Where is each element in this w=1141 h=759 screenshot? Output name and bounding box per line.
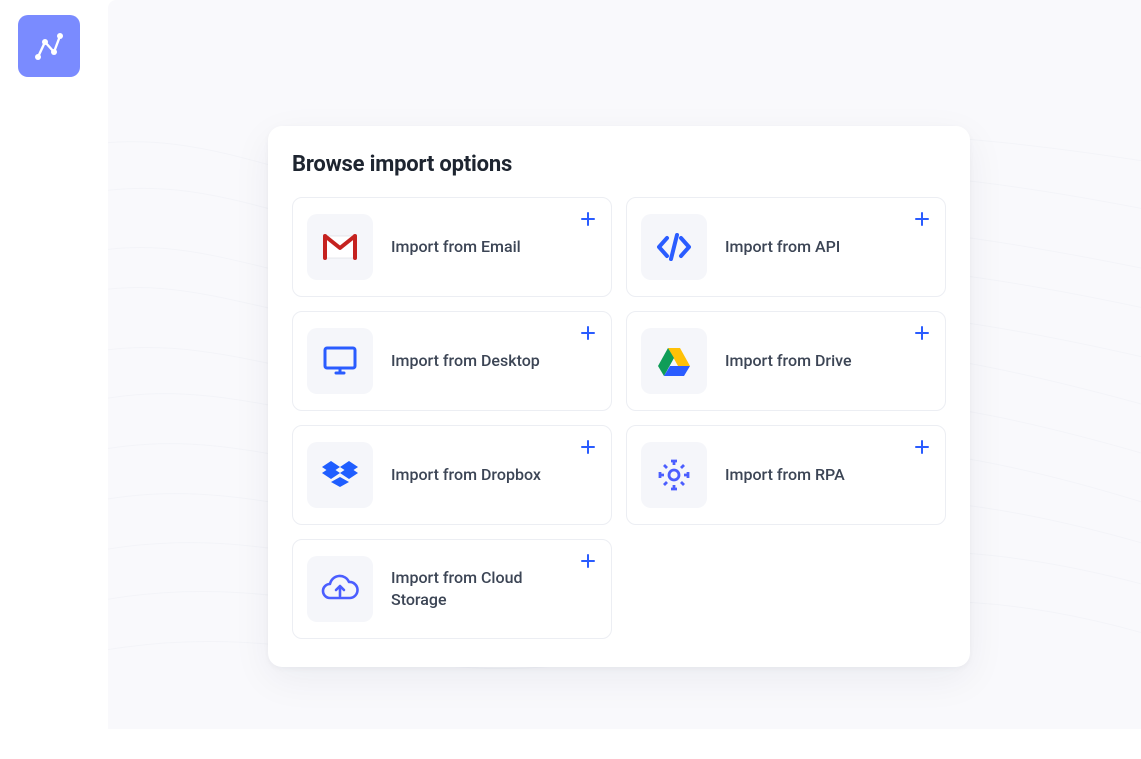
network-icon: [31, 28, 67, 64]
option-import-rpa[interactable]: Import from RPA: [626, 425, 946, 525]
option-import-cloud-storage[interactable]: Import from Cloud Storage: [292, 539, 612, 639]
option-import-drive[interactable]: Import from Drive: [626, 311, 946, 411]
plus-icon: [913, 324, 931, 342]
gmail-icon: [307, 214, 373, 280]
option-label: Import from Dropbox: [391, 464, 541, 486]
card-title: Browse import options: [292, 152, 946, 177]
options-grid: Import from Email Import from API: [292, 197, 946, 639]
option-import-desktop[interactable]: Import from Desktop: [292, 311, 612, 411]
plus-icon: [579, 210, 597, 228]
sidebar: [0, 0, 108, 759]
plus-icon: [913, 438, 931, 456]
option-import-email[interactable]: Import from Email: [292, 197, 612, 297]
option-label: Import from Cloud Storage: [391, 567, 541, 612]
option-label: Import from Drive: [725, 350, 852, 372]
plus-icon: [579, 438, 597, 456]
plus-icon: [913, 210, 931, 228]
option-label: Import from API: [725, 236, 840, 258]
cloud-upload-icon: [307, 556, 373, 622]
drive-icon: [641, 328, 707, 394]
desktop-icon: [307, 328, 373, 394]
main-area: Browse import options Import from Email: [108, 0, 1141, 729]
plus-icon: [579, 324, 597, 342]
option-import-api[interactable]: Import from API: [626, 197, 946, 297]
option-label: Import from RPA: [725, 464, 845, 486]
option-label: Import from Email: [391, 236, 521, 258]
option-label: Import from Desktop: [391, 350, 540, 372]
import-options-card: Browse import options Import from Email: [268, 126, 970, 667]
api-icon: [641, 214, 707, 280]
plus-icon: [579, 552, 597, 570]
app-logo[interactable]: [18, 15, 80, 77]
gear-icon: [641, 442, 707, 508]
option-import-dropbox[interactable]: Import from Dropbox: [292, 425, 612, 525]
dropbox-icon: [307, 442, 373, 508]
